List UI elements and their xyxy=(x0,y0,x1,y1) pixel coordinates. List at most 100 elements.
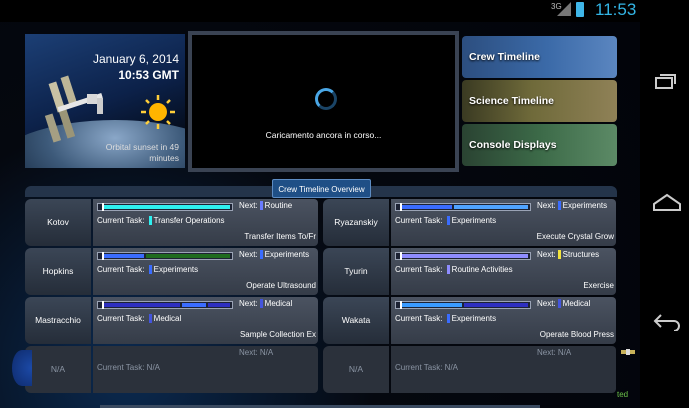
app-content: January 6, 2014 10:53 GMT Orbital sunset… xyxy=(0,22,640,408)
current-label: Current Task: xyxy=(97,216,145,225)
crew-card-empty-right[interactable]: N/A Next: N/A Current Task: N/A xyxy=(323,346,616,393)
next-color-swatch xyxy=(557,201,561,211)
current-color-swatch xyxy=(148,216,152,226)
next-task: Next: N/A xyxy=(537,348,571,357)
timeline-segment xyxy=(402,254,528,258)
subtask: Operate Blood Press xyxy=(539,330,614,339)
nasa-logo xyxy=(12,350,32,386)
timeline-bar xyxy=(395,252,531,260)
crew-card-tyurin[interactable]: Tyurin Next: Structures Current Task: Rou… xyxy=(323,248,616,295)
current-color-swatch xyxy=(446,216,450,226)
next-value: Experiments xyxy=(264,250,310,259)
next-label: Next: xyxy=(537,348,556,357)
crew-name: Tyurin xyxy=(323,248,389,295)
date-time-panel: January 6, 2014 10:53 GMT Orbital sunset… xyxy=(25,34,185,168)
current-label: Current Task: xyxy=(97,314,145,323)
video-player[interactable]: Caricamento ancora in corso... xyxy=(188,31,459,172)
loading-spinner-icon xyxy=(315,88,337,110)
crew-name: Mastracchio xyxy=(25,297,91,344)
battery-icon xyxy=(576,2,584,17)
science-timeline-label: Science Timeline xyxy=(469,95,555,107)
crew-name: Kotov xyxy=(25,199,91,246)
next-value: N/A xyxy=(259,348,274,357)
current-task: Current Task: Transfer Operations xyxy=(97,216,225,226)
crew-task-panel: Next: N/A Current Task: N/A xyxy=(391,346,616,393)
home-button[interactable] xyxy=(652,192,681,211)
crew-task-panel: Next: Experiments Current Task: Experimen… xyxy=(391,199,616,246)
crew-name: N/A xyxy=(323,346,389,393)
next-task: Next: Routine xyxy=(239,201,293,211)
timeline-bar xyxy=(395,301,531,309)
crew-card-mastracchio[interactable]: Mastracchio Next: Medical Current Task: M… xyxy=(25,297,318,344)
next-task: Next: Medical xyxy=(239,299,292,309)
subtask: Execute Crystal Grow xyxy=(536,232,614,241)
current-time: 10:53 GMT xyxy=(118,68,179,82)
timeline-bar xyxy=(97,301,233,309)
current-value: N/A xyxy=(146,363,161,372)
crew-timeline-label: Crew Timeline xyxy=(469,51,540,63)
side-partial-text: ted xyxy=(617,390,629,399)
current-value: Medical xyxy=(153,314,182,323)
crew-task-panel: Next: Structures Current Task: Routine Ac… xyxy=(391,248,616,295)
current-value: Experiments xyxy=(451,216,497,225)
current-label: Current Task: xyxy=(395,216,443,225)
timeline-bar xyxy=(395,203,531,211)
current-color-swatch xyxy=(446,314,450,324)
next-color-swatch xyxy=(557,250,561,260)
status-bar: 3G 11:53 xyxy=(0,0,640,22)
crew-name: Hopkins xyxy=(25,248,91,295)
console-displays-tile[interactable]: Console Displays xyxy=(462,124,617,166)
next-value: Routine xyxy=(264,201,293,210)
science-timeline-tile[interactable]: Science Timeline xyxy=(462,80,617,122)
next-color-swatch xyxy=(259,201,263,211)
crew-card-wakata[interactable]: Wakata Next: Medical Current Task: Experi… xyxy=(323,297,616,344)
crew-task-panel: Next: Routine Current Task: Transfer Oper… xyxy=(93,199,318,246)
now-marker xyxy=(400,252,402,260)
now-marker xyxy=(102,252,104,260)
crew-card-empty-left[interactable]: N/A Next: N/A Current Task: N/A xyxy=(25,346,318,393)
crew-timeline-tile[interactable]: Crew Timeline xyxy=(462,36,617,78)
next-label: Next: xyxy=(239,250,258,259)
signal-icon xyxy=(557,2,571,16)
current-value: N/A xyxy=(444,363,459,372)
recent-apps-button[interactable] xyxy=(652,72,678,90)
sun-icon xyxy=(141,95,175,129)
next-label: Next: xyxy=(537,299,556,308)
tab-crew-timeline-overview[interactable]: Crew Timeline Overview xyxy=(272,179,371,198)
crew-name: N/A xyxy=(25,346,91,393)
current-value: Experiments xyxy=(451,314,497,323)
crew-card-hopkins[interactable]: Hopkins Next: Experiments Current Task: E… xyxy=(25,248,318,295)
next-label: Next: xyxy=(239,348,258,357)
back-icon xyxy=(653,314,680,332)
recent-apps-icon xyxy=(655,74,676,89)
current-task: Current Task: N/A xyxy=(97,363,160,372)
crew-card-kotov[interactable]: Kotov Next: Routine Current Task: Transfe… xyxy=(25,199,318,246)
next-label: Next: xyxy=(239,299,258,308)
timeline-bar xyxy=(97,203,233,211)
satellite-icon xyxy=(621,349,635,355)
crew-card-ryazanskiy[interactable]: Ryazanskiy Next: Experiments Current Task… xyxy=(323,199,616,246)
next-label: Next: xyxy=(537,201,556,210)
current-value: Transfer Operations xyxy=(153,216,225,225)
current-date: January 6, 2014 xyxy=(92,52,179,66)
current-value: Experiments xyxy=(153,265,199,274)
status-clock: 11:53 xyxy=(595,0,637,19)
next-value: Structures xyxy=(562,250,600,259)
back-button[interactable] xyxy=(652,313,680,332)
subtask: Operate Ultrasound xyxy=(246,281,316,290)
next-label: Next: xyxy=(239,201,258,210)
crew-task-panel: Next: Experiments Current Task: Experimen… xyxy=(93,248,318,295)
current-color-swatch xyxy=(148,314,152,324)
crew-task-panel: Next: Medical Current Task: Medical Sampl… xyxy=(93,297,318,344)
timeline-bar xyxy=(97,252,233,260)
now-marker xyxy=(102,301,104,309)
iss-icon xyxy=(44,75,103,143)
current-label: Current Task: xyxy=(395,265,443,274)
next-value: Medical xyxy=(562,299,591,308)
now-marker xyxy=(400,301,402,309)
orbital-sunset-note: Orbital sunset in 49 minutes xyxy=(105,142,179,163)
next-task: Next: Structures xyxy=(537,250,600,260)
current-task: Current Task: Experiments xyxy=(97,265,199,275)
next-color-swatch xyxy=(259,250,263,260)
current-label: Current Task: xyxy=(395,363,443,372)
